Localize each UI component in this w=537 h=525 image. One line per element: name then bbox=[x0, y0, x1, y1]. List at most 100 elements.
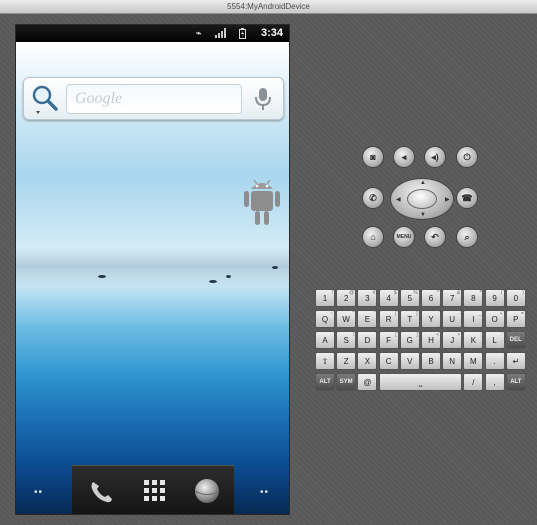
key-d[interactable]: D bbox=[357, 331, 378, 349]
key-k[interactable]: K; bbox=[463, 331, 484, 349]
key-m[interactable]: M bbox=[463, 352, 484, 370]
key-space[interactable]: ⎵ bbox=[378, 373, 463, 391]
key-s[interactable]: S \ bbox=[336, 331, 357, 349]
back-button[interactable]: ↶ bbox=[424, 226, 446, 248]
call-button[interactable]: ✆ bbox=[362, 187, 384, 209]
device-screen[interactable]: ⌁ 3:34 Google •• •• bbox=[15, 24, 290, 515]
key-sym[interactable]: SYM bbox=[336, 373, 357, 391]
key-label: ALT bbox=[319, 379, 331, 385]
key-a[interactable]: A bbox=[315, 331, 335, 349]
key-i[interactable]: I _ bbox=[463, 310, 484, 328]
key-4[interactable]: 4 $ bbox=[378, 289, 399, 307]
google-search-widget[interactable]: Google bbox=[23, 77, 284, 120]
key-label: 6 bbox=[428, 294, 434, 303]
key-alt-label: & bbox=[456, 290, 461, 296]
key-at[interactable]: @ bbox=[357, 373, 378, 391]
key-period[interactable]: . bbox=[484, 352, 505, 370]
key-p[interactable]: P = bbox=[505, 310, 526, 328]
power-button[interactable]: ⏻ bbox=[456, 146, 478, 168]
key-f[interactable]: F[ bbox=[378, 331, 399, 349]
phone-icon[interactable] bbox=[86, 476, 116, 506]
magnifier-icon[interactable] bbox=[30, 84, 60, 114]
key-u[interactable]: U- bbox=[442, 310, 463, 328]
key-alt-label: = bbox=[520, 311, 524, 317]
key-7[interactable]: 7 & bbox=[442, 289, 463, 307]
dpad-center-button[interactable] bbox=[407, 189, 437, 209]
android-robot-icon[interactable] bbox=[242, 175, 282, 227]
menu-button[interactable]: MENU bbox=[393, 226, 415, 248]
key-comma[interactable]: , bbox=[484, 373, 505, 391]
key-9[interactable]: 9( bbox=[484, 289, 505, 307]
key-label: J bbox=[450, 336, 455, 345]
key-y[interactable]: Y bbox=[421, 310, 441, 328]
volume-down-button[interactable]: ◂ bbox=[393, 146, 415, 168]
home-button[interactable]: ⌂ bbox=[362, 226, 384, 248]
status-bar[interactable]: ⌁ 3:34 bbox=[16, 25, 289, 42]
key-label: O bbox=[491, 315, 498, 324]
directional-pad[interactable]: ▲ ▼ ◀ ▶ bbox=[390, 178, 454, 220]
key-5[interactable]: 5% bbox=[399, 289, 420, 307]
key-8[interactable]: 8 * bbox=[463, 289, 484, 307]
water-rock bbox=[98, 275, 106, 278]
water-rock bbox=[272, 266, 278, 269]
key-2[interactable]: 2 @ bbox=[336, 289, 357, 307]
key-g[interactable]: G] bbox=[399, 331, 420, 349]
key-x[interactable]: X bbox=[357, 352, 378, 370]
key-delete[interactable]: DEL bbox=[505, 331, 526, 349]
dpad-right-icon[interactable]: ▶ bbox=[445, 196, 450, 203]
dpad-left-icon[interactable]: ◀ bbox=[396, 196, 401, 203]
key-q[interactable]: Q ~ bbox=[315, 310, 335, 328]
key-0[interactable]: 0) bbox=[505, 289, 526, 307]
key-alt-label: " bbox=[352, 311, 355, 317]
search-input[interactable]: Google bbox=[66, 84, 242, 114]
search-button[interactable]: ⌕ bbox=[456, 226, 478, 248]
app-grid-icon[interactable] bbox=[140, 476, 170, 506]
key-label: V bbox=[407, 357, 413, 366]
key-b[interactable]: B bbox=[421, 352, 441, 370]
key-alt-label: ~ bbox=[330, 311, 333, 317]
key-label: @ bbox=[363, 378, 372, 387]
key-alt-label: < bbox=[436, 332, 439, 338]
key-z[interactable]: Z bbox=[336, 352, 357, 370]
key-t[interactable]: T} bbox=[399, 310, 420, 328]
key-v[interactable]: V bbox=[399, 352, 420, 370]
camera-button[interactable]: ◙ bbox=[362, 146, 384, 168]
key-alt-right[interactable]: ALT bbox=[505, 373, 526, 391]
left-page-indicator[interactable]: •• bbox=[34, 487, 43, 498]
key-alt-label: + bbox=[499, 311, 503, 317]
key-alt-label: % bbox=[413, 290, 418, 296]
key-label: I bbox=[472, 315, 475, 324]
key-r[interactable]: R{ bbox=[378, 310, 399, 328]
key-enter[interactable]: ↵ bbox=[505, 352, 526, 370]
key-c[interactable]: C bbox=[378, 352, 399, 370]
key-slash[interactable]: / bbox=[463, 373, 484, 391]
key-h[interactable]: H < bbox=[421, 331, 441, 349]
key-label: C bbox=[385, 357, 392, 366]
browser-globe-icon[interactable] bbox=[192, 476, 222, 506]
key-label: 2 bbox=[343, 294, 349, 303]
key-alt-label: ] bbox=[416, 332, 418, 338]
key-alt-label: # bbox=[372, 290, 376, 296]
end-call-button[interactable]: ☎ bbox=[456, 187, 478, 209]
key-alt-left[interactable]: ALT bbox=[315, 373, 335, 391]
key-shift[interactable]: ⇧ bbox=[315, 352, 335, 370]
key-1[interactable]: 1! bbox=[315, 289, 335, 307]
key-alt-label: @ bbox=[349, 290, 355, 296]
key-n[interactable]: N bbox=[442, 352, 463, 370]
window-title: 5554:MyAndroidDevice bbox=[227, 2, 310, 11]
key-3[interactable]: 3 # bbox=[357, 289, 378, 307]
key-j[interactable]: J > bbox=[442, 331, 463, 349]
volume-up-button[interactable]: ◂) bbox=[424, 146, 446, 168]
key-w[interactable]: W " bbox=[336, 310, 357, 328]
right-page-indicator[interactable]: •• bbox=[260, 487, 269, 498]
microphone-icon[interactable] bbox=[250, 86, 276, 112]
water-rock bbox=[226, 275, 231, 278]
key-e[interactable]: E ' bbox=[357, 310, 378, 328]
key-o[interactable]: O + bbox=[484, 310, 505, 328]
dpad-down-icon[interactable]: ▼ bbox=[420, 212, 426, 218]
key-label: F bbox=[386, 336, 392, 345]
key-label: S bbox=[343, 336, 349, 345]
key-6[interactable]: 6 ^ bbox=[421, 289, 441, 307]
dpad-up-icon[interactable]: ▲ bbox=[420, 180, 426, 186]
key-l[interactable]: L: bbox=[484, 331, 505, 349]
